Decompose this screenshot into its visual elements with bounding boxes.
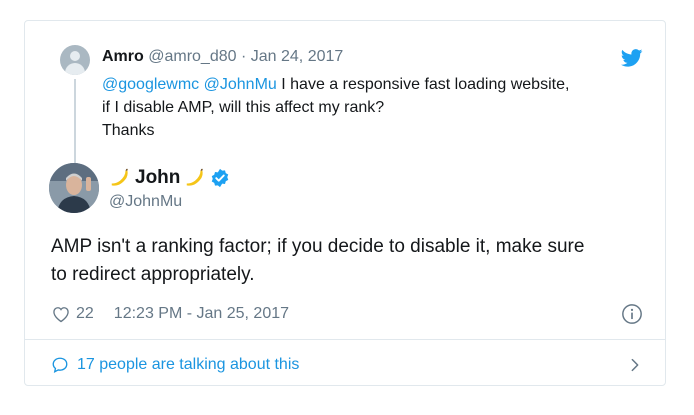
verified-badge-icon <box>212 168 229 188</box>
banana-icon <box>187 168 204 186</box>
info-icon[interactable] <box>621 303 643 325</box>
amro-avatar[interactable] <box>60 45 90 75</box>
twitter-bird-icon[interactable] <box>621 49 643 67</box>
tweet-timestamp[interactable]: 12:23 PM - Jan 25, 2017 <box>114 305 289 323</box>
mention-googlewmc[interactable]: @googlewmc <box>102 76 199 93</box>
reply-text-line2: if I disable AMP, will this affect my ra… <box>102 99 385 116</box>
conversation-link[interactable]: 17 people are talking about this <box>51 353 643 377</box>
embedded-tweet-card: Amro @amro_d80 · Jan 24, 2017 @googlewmc… <box>24 20 666 386</box>
chevron-right-icon[interactable] <box>627 357 643 373</box>
reply-text-line1: I have a responsive fast loading website… <box>281 76 570 93</box>
speech-bubble-icon <box>52 357 68 374</box>
reply-tweet-text: @googlewmc @JohnMu I have a responsive f… <box>102 73 642 142</box>
like-button[interactable]: 22 <box>51 304 94 324</box>
conversation-count-label: 17 people are talking about this <box>77 356 300 373</box>
tweet-text-line2: to redirect appropriately. <box>51 264 255 285</box>
tweet-author-name-row[interactable]: John <box>109 167 230 189</box>
like-count: 22 <box>76 305 94 322</box>
john-avatar[interactable] <box>49 163 99 213</box>
reply-date[interactable]: Jan 24, 2017 <box>251 48 344 65</box>
reply-author-handle[interactable]: @amro_d80 <box>148 48 236 65</box>
card-divider <box>25 339 665 340</box>
reply-author-name[interactable]: Amro <box>102 48 144 65</box>
tweet-author-name[interactable]: John <box>135 167 180 189</box>
heart-icon <box>53 307 69 323</box>
mention-johnmu[interactable]: @JohnMu <box>204 76 277 93</box>
reply-tweet-header: Amro @amro_d80 · Jan 24, 2017 <box>102 48 343 66</box>
thread-connector-line <box>74 79 76 167</box>
reply-text-line3: Thanks <box>102 122 155 139</box>
tweet-author-handle[interactable]: @JohnMu <box>109 193 182 211</box>
banana-icon <box>111 168 128 186</box>
meta-separator: · <box>240 48 247 65</box>
tweet-text-line1: AMP isn't a ranking factor; if you decid… <box>51 236 585 257</box>
tweet-actions-row: 22 12:23 PM - Jan 25, 2017 <box>51 302 643 326</box>
tweet-text: AMP isn't a ranking factor; if you decid… <box>51 233 651 289</box>
